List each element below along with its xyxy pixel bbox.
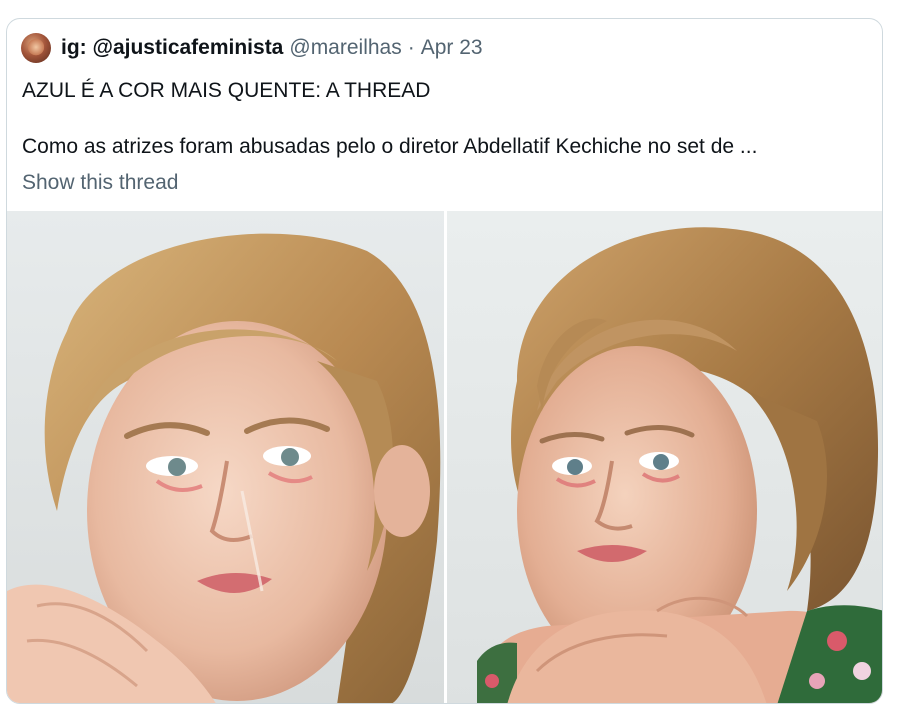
display-name[interactable]: ig: @ajusticafeminista (61, 33, 283, 63)
photo-right[interactable] (447, 211, 882, 703)
tweet-header: ig: @ajusticafeminista @mareilhas · Apr … (21, 33, 868, 63)
show-thread-link[interactable]: Show this thread (22, 169, 178, 197)
tweet-card[interactable]: ig: @ajusticafeminista @mareilhas · Apr … (6, 18, 883, 704)
avatar[interactable] (21, 33, 51, 63)
tweet-text-title: AZUL É A COR MAIS QUENTE: A THREAD (22, 79, 431, 102)
photo-left[interactable] (7, 211, 444, 703)
tweet-date[interactable]: Apr 23 (421, 33, 483, 63)
separator-dot: · (407, 36, 415, 59)
crying-actress-photo-right (447, 211, 882, 703)
user-handle[interactable]: @mareilhas (289, 33, 401, 63)
crying-actress-photo-left (7, 211, 444, 703)
tweet-text-body: Como as atrizes foram abusadas pelo o di… (22, 135, 758, 158)
tweet-media (7, 211, 882, 703)
